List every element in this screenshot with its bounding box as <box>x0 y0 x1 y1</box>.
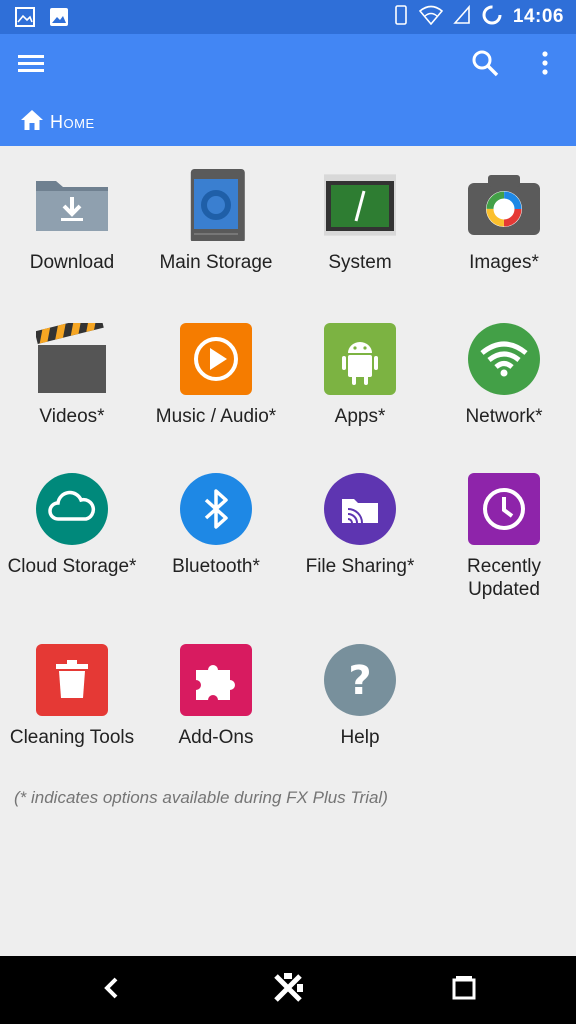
tile-bluetooth[interactable]: Bluetooth* <box>144 473 288 593</box>
tile-file-sharing[interactable]: File Sharing* <box>288 473 432 593</box>
tile-label: Add-Ons <box>178 727 254 748</box>
system-terminal-icon <box>320 169 400 241</box>
tile-label: Main Storage <box>159 252 273 273</box>
cloud-icon <box>36 473 108 545</box>
bluetooth-icon <box>180 473 252 545</box>
download-folder-icon <box>32 169 114 241</box>
music-play-icon <box>180 323 252 395</box>
wifi-icon <box>418 5 444 30</box>
tile-label: Cleaning Tools <box>9 727 135 748</box>
tile-label: Apps* <box>334 406 386 427</box>
system-nav-bar <box>0 956 576 1024</box>
file-sharing-icon <box>324 473 396 545</box>
vibrate-icon <box>393 4 409 31</box>
tile-add-ons[interactable]: Add-Ons <box>144 644 288 764</box>
puzzle-icon <box>180 644 252 716</box>
network-wifi-icon <box>468 323 540 395</box>
home-fx-icon <box>272 972 304 1009</box>
clock-icon <box>468 473 540 545</box>
tile-label: Help <box>340 727 380 748</box>
tile-network[interactable]: Network* <box>432 323 576 443</box>
videos-clapper-icon <box>34 314 108 395</box>
tile-label: System <box>328 252 392 273</box>
tile-videos[interactable]: Videos* <box>0 314 144 443</box>
back-icon <box>102 976 122 1005</box>
home-button[interactable] <box>268 970 308 1010</box>
search-button[interactable] <box>468 48 502 82</box>
more-vert-icon <box>541 50 549 81</box>
tile-cleaning-tools[interactable]: Cleaning Tools <box>0 644 144 764</box>
app-bar: Home <box>0 34 576 146</box>
recents-button[interactable] <box>444 970 484 1010</box>
trial-footnote: (* indicates options available during FX… <box>14 788 388 807</box>
help-question-icon: ? <box>324 644 396 716</box>
tile-music-audio[interactable]: Music / Audio* <box>144 323 288 443</box>
tile-label: Images* <box>469 252 539 273</box>
tile-label: Videos* <box>39 406 105 427</box>
trash-icon <box>36 644 108 716</box>
apps-android-icon <box>324 323 396 395</box>
status-time: 14:06 <box>512 6 564 27</box>
tile-label: Bluetooth* <box>172 556 260 577</box>
tile-label: File Sharing* <box>305 556 415 577</box>
back-button[interactable] <box>92 970 132 1010</box>
tile-main-storage[interactable]: Main Storage <box>144 169 288 289</box>
tile-label: Music / Audio* <box>155 406 277 427</box>
main-storage-icon <box>180 169 252 243</box>
tile-system[interactable]: System <box>288 169 432 289</box>
sync-icon <box>481 4 503 31</box>
status-bar: 14:06 <box>0 0 576 34</box>
tile-images[interactable]: Images* <box>432 169 576 289</box>
tile-recently-updated[interactable]: Recently Updated <box>432 473 576 613</box>
svg-text:?: ? <box>348 658 371 704</box>
tile-help[interactable]: ? Help <box>288 644 432 764</box>
tile-download[interactable]: Download <box>0 169 144 289</box>
breadcrumb-label: Home <box>50 111 95 132</box>
tile-apps[interactable]: Apps* <box>288 323 432 443</box>
tile-label: Download <box>29 252 115 273</box>
hamburger-menu-icon <box>17 52 45 79</box>
tile-label: Cloud Storage* <box>7 556 137 577</box>
search-icon <box>471 49 499 82</box>
tile-cloud-storage[interactable]: Cloud Storage* <box>0 473 144 593</box>
breadcrumb[interactable]: Home <box>20 108 95 136</box>
tile-label: Network* <box>465 406 543 427</box>
cell-signal-icon <box>453 4 471 30</box>
gallery-notification-icon <box>14 6 36 33</box>
recents-icon <box>451 975 477 1006</box>
menu-button[interactable] <box>16 50 46 80</box>
tile-label: Recently Updated <box>467 556 541 600</box>
home-icon <box>20 109 44 136</box>
image-notification-icon <box>48 6 70 33</box>
images-camera-icon <box>468 169 540 241</box>
overflow-menu-button[interactable] <box>530 48 560 82</box>
